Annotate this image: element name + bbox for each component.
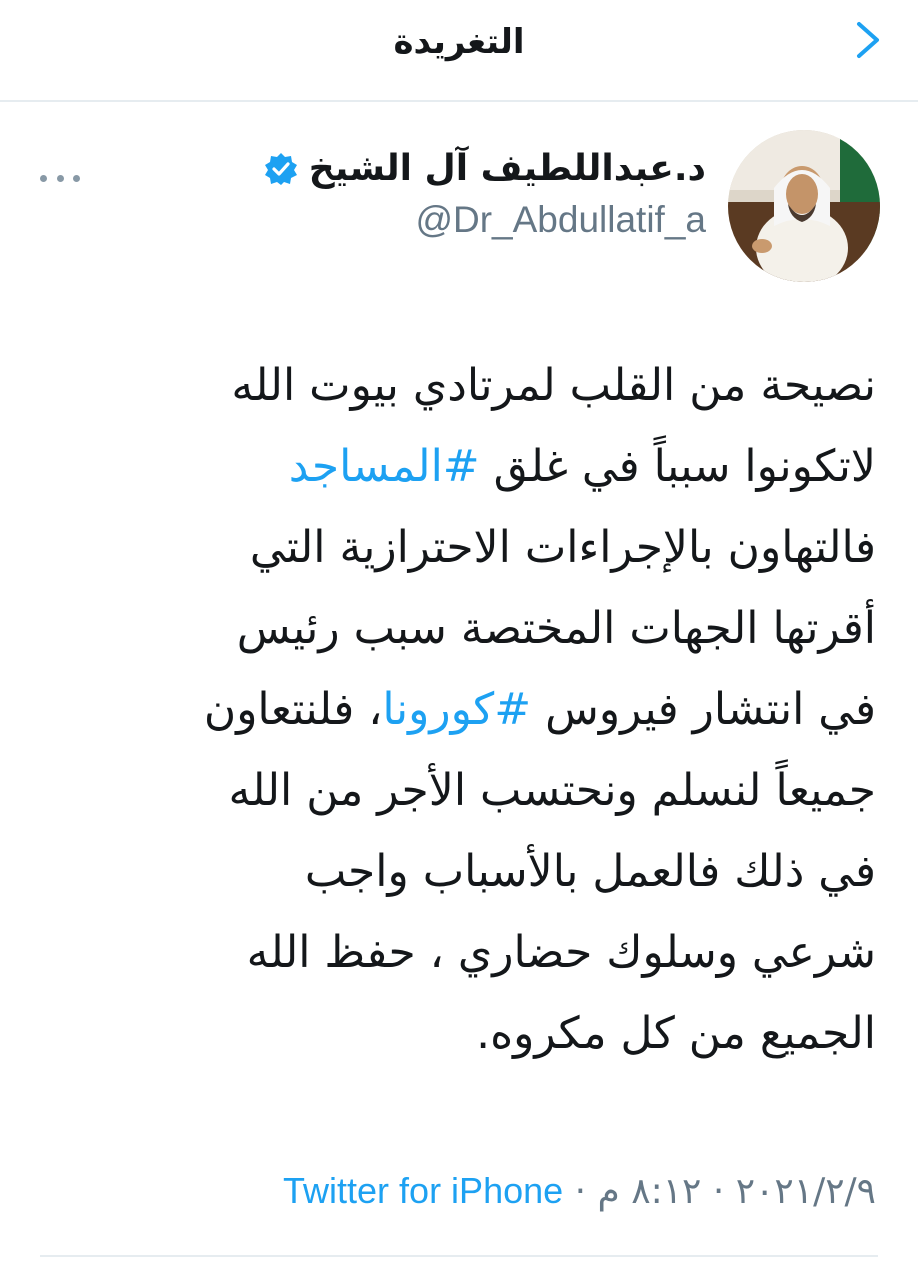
tweet-line: جميعاً لنسلم ونحتسب الأجر من الله <box>56 750 876 831</box>
author-handle: @Dr_Abdullatif_a <box>415 199 706 240</box>
tweet-line-text: نصيحة من القلب لمرتادي بيوت الله <box>231 360 876 411</box>
tweet-header: د.عبداللطيف آل الشيخ @Dr_Abdullatif_a <box>0 130 918 290</box>
page-title: التغريدة <box>393 22 525 62</box>
tweet-line: نصيحة من القلب لمرتادي بيوت الله <box>56 345 876 426</box>
avatar[interactable] <box>728 130 880 282</box>
top-bar: التغريدة <box>0 0 918 102</box>
divider <box>40 1255 878 1257</box>
tweet-line: في ذلك فالعمل بالأسباب واجب <box>56 831 876 912</box>
tweet-line-text: في انتشار فيروس <box>531 684 876 735</box>
meta-separator: · <box>701 1171 736 1212</box>
tweet-text: نصيحة من القلب لمرتادي بيوت الله لاتكونو… <box>56 345 876 1074</box>
tweet-meta: ٢٠٢١/٢/٩ · ٨:١٢ م · Twitter for iPhone <box>283 1170 876 1212</box>
tweet-line: فالتهاون بالإجراءات الاحترازية التي <box>56 507 876 588</box>
dot <box>73 174 80 182</box>
tweet-line-text: فالتهاون بالإجراءات الاحترازية التي <box>249 522 876 573</box>
author-name: د.عبداللطيف آل الشيخ <box>308 148 706 189</box>
tweet-line-text: جميعاً لنسلم ونحتسب الأجر من الله <box>228 765 876 816</box>
tweet-line-text: لاتكونوا سبباً في غلق <box>479 441 876 492</box>
verified-badge-icon <box>263 151 299 187</box>
hashtag-link[interactable]: #كورونا <box>382 684 531 735</box>
tweet-line-text: ، فلنتعاون <box>203 684 383 735</box>
tweet-time: ٨:١٢ م <box>597 1171 702 1212</box>
tweet-line: أقرتها الجهات المختصة سبب رئيس <box>56 588 876 669</box>
tweet-line-text: أقرتها الجهات المختصة سبب رئيس <box>236 603 876 654</box>
author-name-row: د.عبداللطيف آل الشيخ <box>263 148 706 189</box>
tweet-line: شرعي وسلوك حضاري ، حفظ الله <box>56 912 876 993</box>
dot <box>40 174 47 182</box>
tweet-date: ٢٠٢١/٢/٩ <box>735 1171 876 1212</box>
author-info[interactable]: د.عبداللطيف آل الشيخ @Dr_Abdullatif_a <box>263 148 706 241</box>
chevron-back-icon[interactable] <box>848 18 888 62</box>
tweet-source-link[interactable]: Twitter for iPhone <box>283 1170 563 1211</box>
dot <box>56 174 64 182</box>
tweet-line-text: الجميع من كل مكروه. <box>476 1008 876 1059</box>
more-options-icon[interactable] <box>40 168 80 188</box>
hashtag-link[interactable]: #المساجد <box>289 441 480 492</box>
tweet-line: في انتشار فيروس #كورونا، فلنتعاون <box>56 669 876 750</box>
tweet-line-text: شرعي وسلوك حضاري ، حفظ الله <box>246 927 876 978</box>
meta-separator: · <box>563 1171 598 1212</box>
tweet-line: لاتكونوا سبباً في غلق #المساجد <box>56 426 876 507</box>
tweet-line-text: في ذلك فالعمل بالأسباب واجب <box>304 846 876 897</box>
tweet-line: الجميع من كل مكروه. <box>56 993 876 1074</box>
